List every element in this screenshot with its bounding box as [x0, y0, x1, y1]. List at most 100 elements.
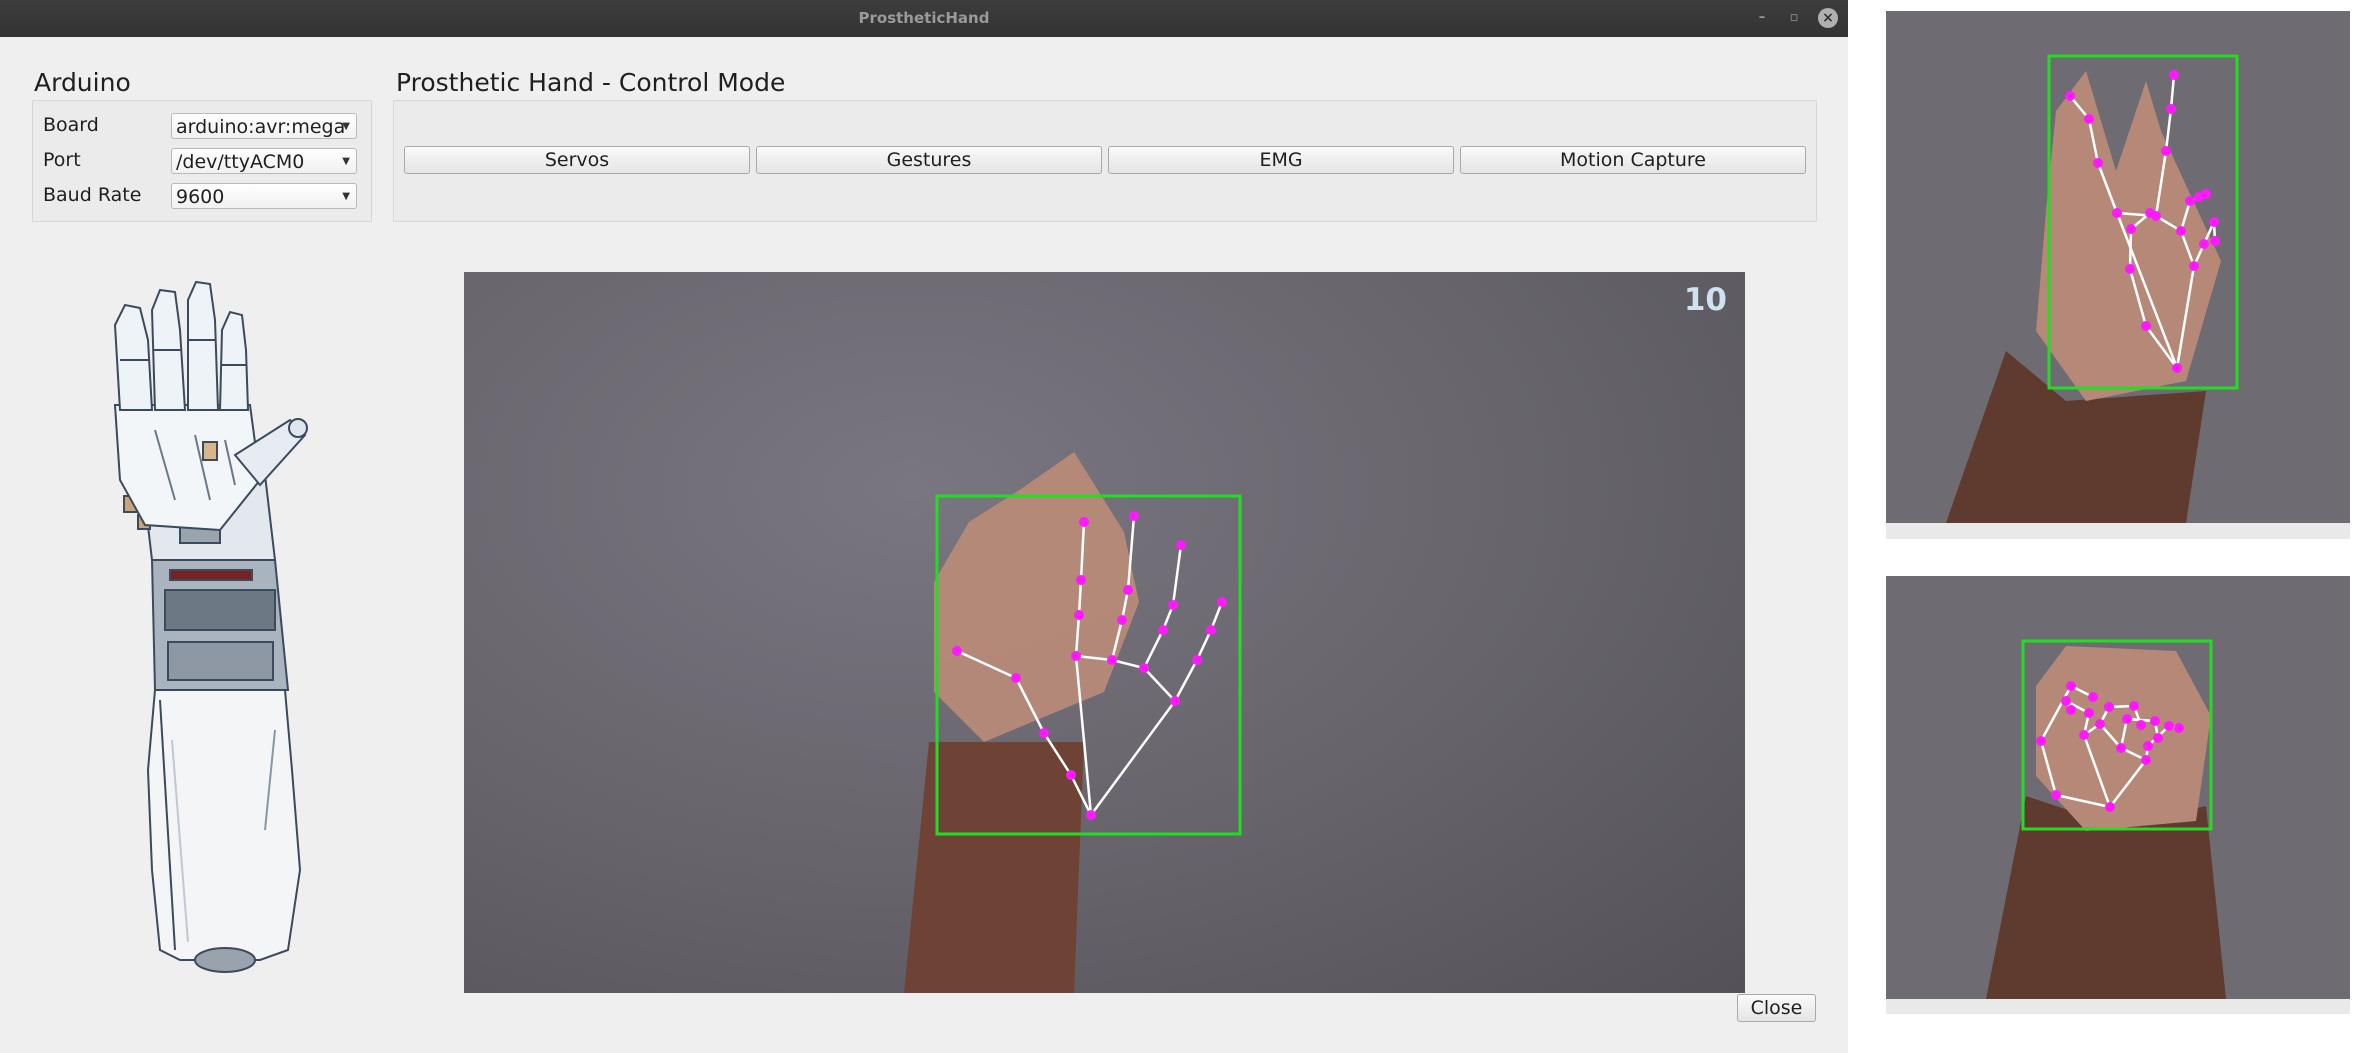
hand-landmark-point	[2176, 226, 2186, 236]
motion-capture-button[interactable]: Motion Capture	[1460, 146, 1806, 174]
hand-landmark-point	[1076, 575, 1086, 585]
hand-landmark-point	[2084, 114, 2094, 124]
hand-landmark-point	[2194, 192, 2204, 202]
hand-landmark-point	[2051, 790, 2061, 800]
hand-landmark-point	[1107, 655, 1117, 665]
board-label: Board	[43, 114, 99, 136]
hand-landmark-point	[2061, 696, 2071, 706]
hand-landmark-point	[1170, 696, 1180, 706]
gesture-preview-fist-base	[1886, 999, 2350, 1014]
camera-view: 10	[464, 272, 1745, 993]
hand-landmark-point	[2136, 720, 2146, 730]
hand-landmark-point	[2161, 146, 2171, 156]
arduino-section-title: Arduino	[34, 68, 131, 97]
hand-landmark-point	[2151, 211, 2161, 221]
gestures-button[interactable]: Gestures	[756, 146, 1102, 174]
board-select[interactable]: arduino:avr:mega ▼	[171, 113, 357, 139]
main-window: ProstheticHand – ▫ × Arduino Board ardui…	[0, 0, 1848, 1053]
hand-landmark-point	[2164, 721, 2174, 731]
prosthetic-arm-image	[113, 280, 308, 973]
hand-landmark-point	[2066, 681, 2076, 691]
close-button[interactable]: Close	[1737, 994, 1816, 1022]
hand-landmark-point	[2112, 208, 2122, 218]
hand-landmark-point	[2116, 743, 2126, 753]
baud-rate-select[interactable]: 9600 ▼	[171, 183, 357, 209]
hand-landmark-point	[1206, 625, 1216, 635]
hand-landmark-point	[2122, 714, 2132, 724]
port-label: Port	[43, 149, 81, 171]
hand-landmark-point	[2088, 692, 2098, 702]
hand-landmark-point	[2169, 70, 2179, 80]
hand-skeleton-line	[2164, 108, 2173, 152]
hand-landmark-point	[1192, 655, 1202, 665]
hand-landmark-point	[2172, 363, 2182, 373]
port-select[interactable]: /dev/ttyACM0 ▼	[171, 148, 357, 174]
hand-landmark-point	[2084, 708, 2094, 718]
emg-button[interactable]: EMG	[1108, 146, 1454, 174]
hand-landmark-point	[2104, 702, 2114, 712]
servos-button[interactable]: Servos	[404, 146, 750, 174]
hand-landmark-point	[2036, 736, 2046, 746]
hand-landmark-point	[1086, 810, 1096, 820]
hand-landmark-point	[1079, 517, 1089, 527]
hand-landmark-point	[2150, 716, 2160, 726]
gesture-preview-fist	[1886, 576, 2350, 999]
gesture-fist-image	[1986, 639, 2226, 999]
baud-rate-label: Baud Rate	[43, 184, 142, 206]
hand-landmark-point	[1176, 540, 1186, 550]
gesture-preview-peace-base	[1886, 523, 2350, 539]
hand-landmark-point	[1158, 625, 1168, 635]
hand-landmark-point	[1117, 615, 1127, 625]
hand-landmark-point	[2174, 723, 2184, 733]
hand-landmark-point	[2093, 158, 2103, 168]
hand-skeleton-line	[1089, 700, 1177, 816]
title-bar: ProstheticHand – ▫ ×	[0, 0, 1848, 37]
hand-landmark-point	[2079, 730, 2089, 740]
gesture-preview-peace	[1886, 11, 2350, 523]
chevron-down-icon: ▼	[342, 121, 350, 132]
hand-landmark-point	[2125, 264, 2135, 274]
hand-landmark-point	[952, 646, 962, 656]
hand-landmark-point	[1039, 728, 1049, 738]
hand-landmark-point	[1011, 673, 1021, 683]
window-close-icon[interactable]: ×	[1818, 8, 1838, 28]
hand-landmark-point	[2199, 239, 2209, 249]
hand-landmark-point	[1139, 663, 1149, 673]
chevron-down-icon: ▼	[342, 156, 350, 167]
frame-counter: 10	[1683, 282, 1727, 318]
hand-landmark-point	[2209, 217, 2219, 227]
hand-landmark-point	[2153, 733, 2163, 743]
hand-skeleton-line	[1143, 667, 1176, 702]
hand-tracking-overlay	[904, 452, 1242, 993]
hand-landmark-point	[2065, 91, 2075, 101]
port-select-value: /dev/ttyACM0	[176, 151, 305, 173]
minimize-icon[interactable]: –	[1752, 8, 1772, 28]
baud-rate-select-value: 9600	[176, 186, 225, 208]
hand-landmark-point	[1074, 610, 1084, 620]
gesture-peace-image	[1946, 54, 2239, 523]
hand-landmark-point	[1217, 597, 1227, 607]
hand-landmark-point	[2105, 802, 2115, 812]
control-mode-title: Prosthetic Hand - Control Mode	[396, 68, 786, 97]
hand-skeleton-line	[1171, 544, 1183, 606]
hand-landmark-point	[1066, 770, 1076, 780]
hand-landmark-point	[1129, 511, 1139, 521]
hand-landmark-point	[2141, 321, 2151, 331]
hand-skeleton-line	[1142, 629, 1165, 669]
window-title: ProstheticHand	[858, 9, 990, 27]
hand-landmark-point	[2095, 719, 2105, 729]
hand-landmark-point	[2189, 261, 2199, 271]
hand-landmark-point	[2141, 755, 2151, 765]
hand-landmark-point	[2143, 741, 2153, 751]
chevron-down-icon: ▼	[342, 191, 350, 202]
hand-landmark-point	[1123, 585, 1133, 595]
hand-landmark-point	[2129, 701, 2139, 711]
hand-landmark-point	[2126, 224, 2136, 234]
hand-landmark-point	[1168, 600, 1178, 610]
hand-skeleton-line	[1173, 659, 1199, 702]
hand-skeleton-line	[2169, 74, 2176, 110]
hand-landmark-point	[2185, 196, 2195, 206]
board-select-value: arduino:avr:mega	[176, 116, 346, 138]
hand-landmark-point	[2066, 705, 2076, 715]
maximize-icon[interactable]: ▫	[1784, 8, 1804, 28]
